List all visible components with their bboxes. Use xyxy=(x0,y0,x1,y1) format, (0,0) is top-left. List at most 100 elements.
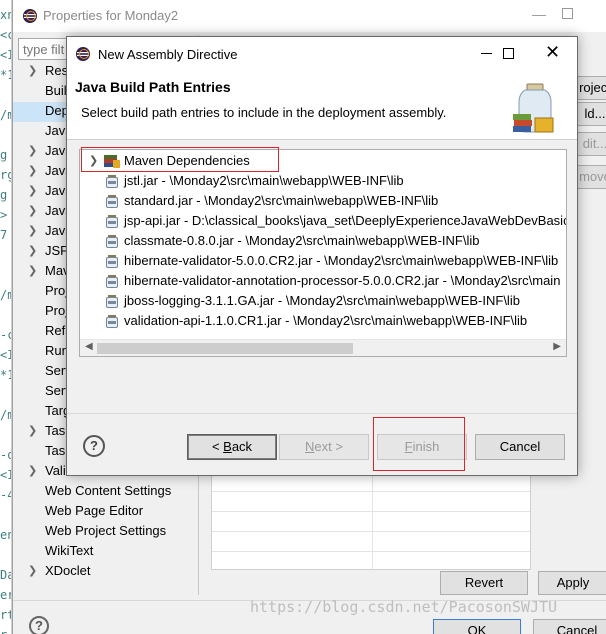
dialog-header: Java Build Path Entries Select build pat… xyxy=(67,70,577,140)
editor-line: /m xyxy=(0,408,11,422)
tree-item-label: Web Page Editor xyxy=(45,503,144,518)
editor-strip: xn <c <I *1/m g rg g >7/m -c <I *1/m -o <I -4 en Da er rt… xyxy=(0,0,12,634)
jar-entry[interactable]: classmate-0.8.0.jar - \Monday2\src\main\… xyxy=(80,231,566,251)
next-button-rest: ext > xyxy=(314,439,343,454)
jar-entry[interactable]: jstl.jar - \Monday2\src\main\webapp\WEB-… xyxy=(80,171,566,191)
ok-button[interactable]: OK xyxy=(433,619,521,634)
jar-entry[interactable]: hibernate-validator-annotation-processor… xyxy=(80,271,566,291)
scrollbar-thumb[interactable] xyxy=(97,343,353,354)
new-assembly-directive-dialog: New Assembly Directive ✕ Java Build Path… xyxy=(66,36,578,476)
editor-line: /m xyxy=(0,108,11,122)
entry-label: classmate-0.8.0.jar - \Monday2\src\main\… xyxy=(124,233,480,248)
entry-label: jsp-api.jar - D:\classical_books\java_se… xyxy=(124,213,567,228)
chevron-right-icon[interactable]: ❯ xyxy=(28,184,37,197)
eclipse-logo-icon xyxy=(23,9,37,23)
help-icon[interactable]: ? xyxy=(83,435,105,457)
editor-line: <I xyxy=(0,48,11,62)
tree-item-label: XDoclet xyxy=(45,563,91,578)
editor-line: /m xyxy=(0,288,11,302)
entry-label: validation-api-1.1.0.CR1.jar - \Monday2\… xyxy=(124,313,528,328)
jar-entry[interactable]: validation-api-1.1.0.CR1.jar - \Monday2\… xyxy=(80,311,566,331)
add-button[interactable]: ld... xyxy=(575,102,606,126)
dialog-close-button[interactable]: ✕ xyxy=(545,43,560,61)
dialog-titlebar: New Assembly Directive ✕ xyxy=(67,37,577,70)
back-button-prefix: < xyxy=(211,439,224,454)
tree-item-label: Proj xyxy=(45,303,69,318)
jar-icon xyxy=(106,255,118,268)
properties-help-icon[interactable]: ? xyxy=(29,616,49,634)
eclipse-logo-icon xyxy=(76,47,90,61)
annotation-highlight-finish xyxy=(373,417,465,471)
assembly-table[interactable] xyxy=(211,470,531,570)
entry-label: hibernate-validator-annotation-processor… xyxy=(124,273,561,288)
editor-line: g xyxy=(0,188,8,202)
editor-line: -4 xyxy=(0,488,11,502)
dialog-maximize-button[interactable] xyxy=(503,48,514,59)
editor-line: <I xyxy=(0,348,11,362)
next-button[interactable]: Next > xyxy=(279,434,369,460)
tree-item[interactable]: Web Page Editor xyxy=(13,502,188,522)
editor-line: r- xyxy=(0,628,11,634)
chevron-right-icon[interactable]: ❯ xyxy=(28,244,37,257)
properties-cancel-button[interactable]: Cancel xyxy=(533,619,606,634)
dialog-description: Select build path entries to include in … xyxy=(81,105,447,120)
revert-button[interactable]: Revert xyxy=(440,571,528,595)
entry-label: jboss-logging-3.1.1.GA.jar - \Monday2\sr… xyxy=(124,293,520,308)
chevron-right-icon[interactable]: ❯ xyxy=(28,464,37,477)
editor-line: *1 xyxy=(0,68,11,82)
back-button-mnemonic: B xyxy=(223,439,232,454)
chevron-right-icon[interactable]: ❯ xyxy=(28,264,37,277)
back-button[interactable]: < Back xyxy=(187,434,277,460)
editor-line: > xyxy=(0,208,8,222)
tree-item-label: Web Content Settings xyxy=(45,483,172,498)
jar-icon xyxy=(106,215,118,228)
chevron-right-icon[interactable]: ❯ xyxy=(28,64,37,77)
properties-minimize-button[interactable]: — xyxy=(532,6,546,22)
editor-line: -o xyxy=(0,448,11,462)
entry-label: standard.jar - \Monday2\src\main\webapp\… xyxy=(124,193,439,208)
tree-item[interactable]: Web Content Settings xyxy=(13,482,188,502)
dialog-minimize-button[interactable] xyxy=(481,53,492,54)
jar-icon xyxy=(106,195,118,208)
jar-entry[interactable]: jboss-logging-3.1.1.GA.jar - \Monday2\sr… xyxy=(80,291,566,311)
properties-maximize-button[interactable] xyxy=(562,8,573,19)
jar-entry[interactable]: hibernate-validator-5.0.0.CR2.jar - \Mon… xyxy=(80,251,566,271)
cancel-button[interactable]: Cancel xyxy=(475,434,565,460)
scroll-right-icon[interactable]: ▶ xyxy=(553,341,561,352)
editor-line: Da xyxy=(0,568,11,582)
watermark: https://blog.csdn.net/PacosonSWJTU xyxy=(250,598,558,616)
tree-item-label: WikiText xyxy=(45,543,94,558)
scroll-left-icon[interactable]: ◀ xyxy=(85,341,93,352)
editor-line: -c xyxy=(0,328,11,342)
chevron-right-icon[interactable]: ❯ xyxy=(28,564,37,577)
chevron-right-icon[interactable]: ❯ xyxy=(28,164,37,177)
next-button-mnemonic: N xyxy=(305,439,315,454)
tree-item-label: Web Project Settings xyxy=(45,523,167,538)
editor-line: rt xyxy=(0,608,11,622)
entry-label: jstl.jar - \Monday2\src\main\webapp\WEB-… xyxy=(124,173,404,188)
editor-line: <c xyxy=(0,28,11,42)
annotation-highlight-maven xyxy=(81,147,279,172)
editor-line: g xyxy=(0,148,8,162)
chevron-right-icon[interactable]: ❯ xyxy=(28,424,37,437)
jar-banner-icon xyxy=(513,83,554,133)
horizontal-scrollbar[interactable]: ◀ ▶ xyxy=(80,339,566,356)
properties-title: Properties for Monday2 xyxy=(43,8,179,23)
chevron-right-icon[interactable]: ❯ xyxy=(28,224,37,237)
dialog-heading: Java Build Path Entries xyxy=(75,79,231,95)
tree-item[interactable]: WikiText xyxy=(13,542,188,562)
add-folder-button[interactable]: roject xyxy=(575,76,606,100)
jar-entry[interactable]: jsp-api.jar - D:\classical_books\java_se… xyxy=(80,211,567,231)
chevron-right-icon[interactable]: ❯ xyxy=(28,144,37,157)
tree-item[interactable]: ❯ XDoclet xyxy=(13,562,188,582)
edit-button[interactable]: dit... xyxy=(575,132,606,156)
dialog-title: New Assembly Directive xyxy=(98,47,238,62)
jar-icon xyxy=(106,315,118,328)
entry-label: hibernate-validator-5.0.0.CR2.jar - \Mon… xyxy=(124,253,559,268)
apply-button[interactable]: Apply xyxy=(538,571,606,595)
build-path-entries-list[interactable]: ◀ ▶ ❯ Maven Dependencies jstl.jar - \Monda… xyxy=(79,149,567,357)
chevron-right-icon[interactable]: ❯ xyxy=(28,204,37,217)
jar-entry[interactable]: standard.jar - \Monday2\src\main\webapp\… xyxy=(80,191,566,211)
remove-button[interactable]: move xyxy=(575,165,606,189)
tree-item[interactable]: Web Project Settings xyxy=(13,522,188,542)
